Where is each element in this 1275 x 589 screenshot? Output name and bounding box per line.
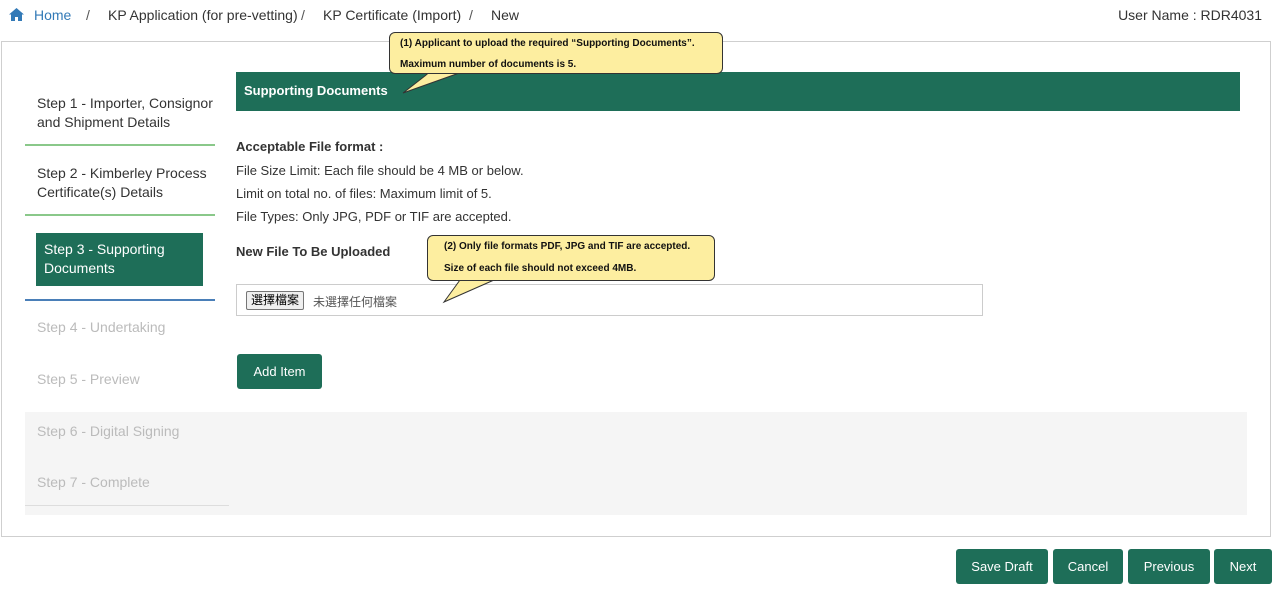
save-draft-button[interactable]: Save Draft bbox=[956, 549, 1048, 584]
callout-2: (2) Only file formats PDF, JPG and TIF a… bbox=[427, 235, 715, 281]
next-button[interactable]: Next bbox=[1214, 549, 1272, 584]
previous-button[interactable]: Previous bbox=[1128, 549, 1210, 584]
callout-2-line2: Size of each file should not exceed 4MB. bbox=[444, 263, 637, 274]
callout-1: (1) Applicant to upload the required “Su… bbox=[389, 32, 723, 74]
callout-2-line1: (2) Only file formats PDF, JPG and TIF a… bbox=[444, 241, 691, 252]
cancel-button[interactable]: Cancel bbox=[1053, 549, 1123, 584]
callout-1-pointer bbox=[402, 71, 495, 304]
callout-1-line2: Maximum number of documents is 5. bbox=[400, 59, 577, 70]
callout-1-line1: (1) Applicant to upload the required “Su… bbox=[400, 38, 695, 49]
